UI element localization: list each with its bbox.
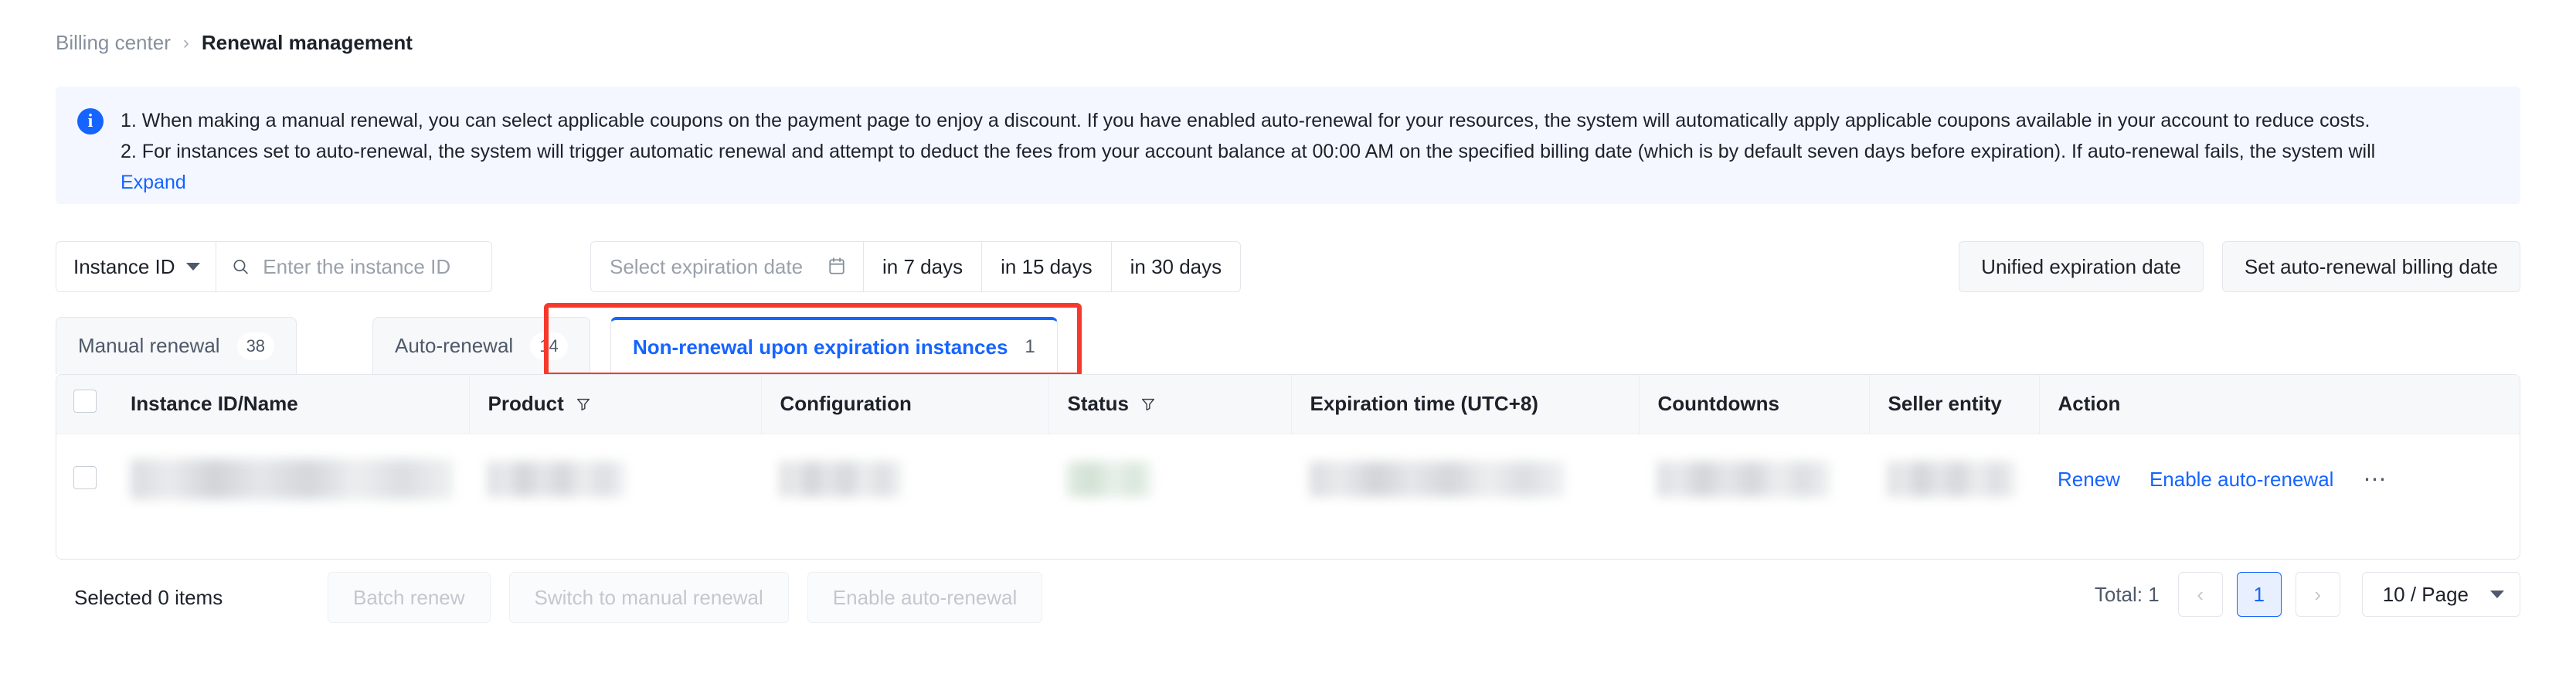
enable-auto-renewal-link[interactable]: Enable auto-renewal [2149, 468, 2334, 492]
tab-auto-renewal[interactable]: Auto-renewal 14 [372, 317, 590, 374]
breadcrumb-separator-icon: › [182, 32, 189, 53]
chevron-down-icon [2490, 591, 2504, 598]
column-countdowns-label: Countdowns [1657, 392, 1779, 416]
column-countdowns: Countdowns [1639, 375, 1870, 434]
expand-link[interactable]: Expand [121, 172, 186, 194]
filter-icon[interactable] [575, 396, 592, 413]
cell-status [1048, 433, 1291, 525]
renewal-management-page: Billing center › Renewal management i 1.… [0, 0, 2576, 691]
row-checkbox[interactable] [73, 465, 97, 489]
instance-search-group: Instance ID [56, 241, 492, 292]
column-action: Action [2039, 375, 2520, 434]
search-input-wrap [216, 242, 491, 291]
expiration-date-group: Select expiration date in 7 days in 15 d… [590, 241, 1242, 292]
column-product-label: Product [488, 392, 564, 416]
column-action-label: Action [2058, 392, 2121, 416]
tab-non-renewal-label: Non-renewal upon expiration instances [633, 335, 1008, 359]
chevron-down-icon [185, 263, 200, 271]
batch-renew-button[interactable]: Batch renew [328, 572, 491, 623]
table-footer: Selected 0 items Batch renew Switch to m… [56, 572, 2520, 626]
tab-manual-renewal[interactable]: Manual renewal 38 [56, 317, 297, 374]
pagination-total-label: Total: 1 [2094, 582, 2160, 606]
search-scope-label: Instance ID [73, 254, 175, 278]
info-banner-line-1: 1. When making a manual renewal, you can… [121, 110, 2370, 131]
filter-bar: Instance ID Select expiration date [56, 241, 2520, 292]
breadcrumb-billing-center[interactable]: Billing center [56, 31, 171, 55]
tab-manual-renewal-count: 38 [236, 332, 275, 360]
cell-seller-entity [1869, 433, 2039, 525]
quick-range-15-days[interactable]: in 15 days [981, 242, 1111, 291]
expiration-date-picker[interactable]: Select expiration date [591, 242, 863, 291]
cell-product [469, 433, 761, 525]
redacted-seller-entity [1888, 461, 2016, 498]
pagination-next-button[interactable]: › [2295, 572, 2340, 617]
tab-manual-renewal-label: Manual renewal [78, 334, 220, 357]
tab-non-renewal-count: 1 [1025, 336, 1035, 357]
redacted-expiration-time [1310, 461, 1565, 498]
calendar-icon [829, 257, 845, 274]
info-banner-line-2: 2. For instances set to auto-renewal, th… [121, 141, 2376, 162]
instances-table: Instance ID/Name Product Configuration S… [56, 374, 2520, 560]
redacted-product [488, 461, 625, 498]
enable-auto-renewal-button[interactable]: Enable auto-renewal [807, 572, 1043, 623]
breadcrumb: Billing center › Renewal management [56, 31, 413, 55]
column-configuration-label: Configuration [780, 392, 912, 416]
pagination: Total: 1 ‹ 1 › 10 / Page [2095, 572, 2520, 617]
redacted-status [1067, 461, 1152, 498]
search-input[interactable] [261, 254, 477, 280]
page-title: Renewal management [201, 31, 413, 54]
cell-expiration-time [1291, 433, 1639, 525]
info-icon: i [77, 108, 104, 134]
column-seller-entity-label: Seller entity [1888, 392, 2002, 416]
quick-range-7-days[interactable]: in 7 days [863, 242, 981, 291]
expiration-date-placeholder: Select expiration date [610, 254, 804, 278]
more-actions-icon[interactable]: ⋯ [2363, 466, 2388, 493]
cell-countdowns [1639, 433, 1869, 525]
page-size-label: 10 / Page [2382, 582, 2469, 606]
tab-auto-renewal-count: 14 [530, 332, 568, 360]
cell-action: Renew Enable auto-renewal ⋯ [2039, 433, 2520, 525]
table-header-row: Instance ID/Name Product Configuration S… [56, 375, 2520, 434]
search-scope-select[interactable]: Instance ID [56, 242, 216, 291]
tab-non-renewal-upon-expiration[interactable]: Non-renewal upon expiration instances 1 [610, 317, 1058, 374]
column-seller-entity: Seller entity [1869, 375, 2040, 434]
pagination-prev-button[interactable]: ‹ [2177, 572, 2223, 617]
renewal-tabs: Manual renewal 38 Auto-renewal 14 Non-re… [56, 317, 2520, 374]
column-product: Product [469, 375, 762, 434]
set-auto-renewal-billing-date-button[interactable]: Set auto-renewal billing date [2221, 241, 2520, 292]
cell-configuration [761, 433, 1048, 525]
select-all-checkbox[interactable] [73, 390, 97, 414]
info-banner: i 1. When making a manual renewal, you c… [56, 87, 2520, 204]
filter-icon[interactable] [1140, 396, 1157, 413]
select-all-header [56, 375, 112, 434]
info-banner-body: 1. When making a manual renewal, you can… [121, 105, 2499, 194]
row-select-cell [56, 433, 112, 525]
redacted-configuration [780, 461, 902, 498]
column-status: Status [1048, 375, 1292, 434]
column-status-label: Status [1067, 392, 1129, 416]
column-instance-id-name-label: Instance ID/Name [131, 392, 298, 416]
filter-actions: Unified expiration date Set auto-renewal… [1959, 241, 2520, 292]
redacted-countdown [1657, 461, 1830, 498]
switch-to-manual-renewal-button[interactable]: Switch to manual renewal [508, 572, 789, 623]
unified-expiration-date-button[interactable]: Unified expiration date [1959, 241, 2204, 292]
redacted-instance-id [131, 459, 454, 500]
column-expiration-time-label: Expiration time (UTC+8) [1310, 392, 1538, 416]
batch-actions: Batch renew Switch to manual renewal Ena… [328, 572, 1043, 623]
selected-count-label: Selected 0 items [74, 586, 223, 609]
column-instance-id-name: Instance ID/Name [112, 375, 470, 434]
table-row: Renew Enable auto-renewal ⋯ [56, 433, 2520, 525]
tab-auto-renewal-label: Auto-renewal [395, 334, 514, 357]
page-size-select[interactable]: 10 / Page [2361, 572, 2520, 617]
column-configuration: Configuration [761, 375, 1049, 434]
renew-link[interactable]: Renew [2058, 468, 2120, 492]
cell-instance-id-name [112, 433, 469, 525]
pagination-page-1[interactable]: 1 [2236, 572, 2282, 617]
column-expiration-time: Expiration time (UTC+8) [1291, 375, 1640, 434]
search-icon [233, 260, 248, 274]
quick-range-30-days[interactable]: in 30 days [1110, 242, 1241, 291]
